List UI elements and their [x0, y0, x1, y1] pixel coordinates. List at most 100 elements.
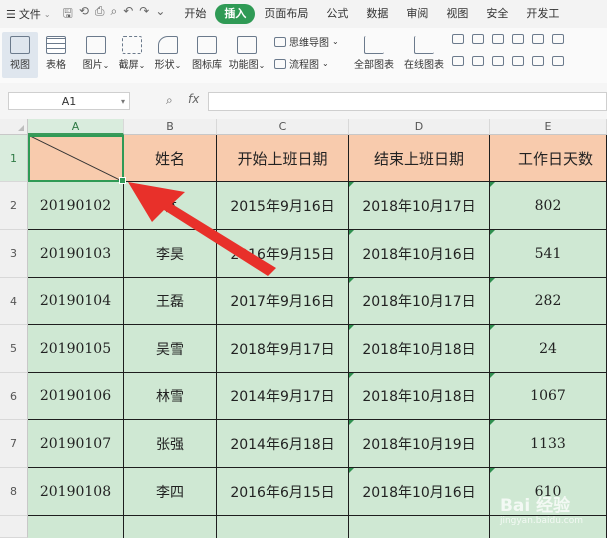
tab-data[interactable]: 数据 — [357, 4, 397, 24]
cell-end-date-row-5[interactable]: 2018年10月18日 — [349, 325, 490, 373]
scatter-chart-icon[interactable] — [512, 56, 524, 66]
all-charts-button[interactable]: 全部图表 — [350, 32, 398, 78]
row-header-9[interactable] — [0, 516, 28, 538]
undo-history-icon[interactable]: ⟲ — [79, 4, 89, 25]
cell-workdays-row-2[interactable]: 802 — [490, 182, 607, 230]
cell-start-date-row-3[interactable]: 2016年9月15日 — [217, 230, 349, 278]
row-header-1[interactable]: 1 — [0, 135, 28, 182]
cell-name-row-4[interactable]: 王磊 — [124, 278, 217, 325]
row-header-3[interactable]: 3 — [0, 230, 28, 278]
cell-start-date-row-8[interactable]: 2016年6月15日 — [217, 468, 349, 516]
zoom-icon[interactable]: ⌕ — [166, 93, 173, 108]
column-header-d[interactable]: D — [349, 119, 490, 135]
cell-start-date-row-2[interactable]: 2015年9月16日 — [217, 182, 349, 230]
tab-view[interactable]: 视图 — [437, 4, 477, 24]
cell-workdays-row-3[interactable]: 541 — [490, 230, 607, 278]
flowchart-button[interactable]: 流程图 ⌄ — [274, 56, 329, 71]
tab-developer[interactable]: 开发工 — [517, 4, 568, 24]
screenshot-button[interactable]: 截屏⌄ — [116, 32, 148, 78]
sparkline-icon[interactable] — [532, 56, 544, 66]
tab-insert[interactable]: 插入 — [215, 4, 256, 24]
area-chart-icon[interactable] — [532, 34, 544, 44]
function-chart-button[interactable]: 功能图⌄ — [228, 32, 266, 78]
more-icon[interactable]: ⌄ — [155, 4, 165, 25]
row-header-5[interactable]: 5 — [0, 325, 28, 373]
pivot-view-button[interactable]: 视图 — [2, 32, 38, 78]
cell-empty-row-9[interactable] — [349, 516, 490, 538]
cell-name-row-6[interactable]: 林雪 — [124, 373, 217, 420]
tab-security[interactable]: 安全 — [477, 4, 517, 24]
cell-id-row-3[interactable]: 20190103 — [28, 230, 124, 278]
cell-name-row-3[interactable]: 李昊 — [124, 230, 217, 278]
cell-empty-row-9[interactable] — [28, 516, 124, 538]
cell-name-row-5[interactable]: 吴雪 — [124, 325, 217, 373]
formula-input[interactable] — [208, 92, 607, 111]
select-all-corner[interactable] — [0, 119, 28, 135]
cell-header-end-date[interactable]: 结束上班日期 — [349, 135, 490, 182]
redo-icon[interactable]: ↷ — [139, 4, 149, 25]
column-header-e[interactable]: E — [490, 119, 607, 135]
tab-review[interactable]: 审阅 — [397, 4, 437, 24]
histogram-chart-icon[interactable] — [472, 56, 484, 66]
cell-end-date-row-4[interactable]: 2018年10月17日 — [349, 278, 490, 325]
cell-end-date-row-2[interactable]: 2018年10月17日 — [349, 182, 490, 230]
tab-formulas[interactable]: 公式 — [317, 4, 357, 24]
icon-library-button[interactable]: 图标库 — [190, 32, 224, 78]
row-header-8[interactable]: 8 — [0, 468, 28, 516]
row-header-6[interactable]: 6 — [0, 373, 28, 420]
cell-id-row-6[interactable]: 20190106 — [28, 373, 124, 420]
cell-end-date-row-3[interactable]: 2018年10月16日 — [349, 230, 490, 278]
cell-start-date-row-6[interactable]: 2014年9月17日 — [217, 373, 349, 420]
tab-page-layout[interactable]: 页面布局 — [255, 4, 317, 24]
column-header-a[interactable]: A — [28, 119, 124, 135]
row-header-4[interactable]: 4 — [0, 278, 28, 325]
cell-workdays-row-7[interactable]: 1133 — [490, 420, 607, 468]
cell-header-name[interactable]: 姓名 — [124, 135, 217, 182]
cell-name-row-7[interactable]: 张强 — [124, 420, 217, 468]
line-chart-icon[interactable] — [492, 34, 504, 44]
column-header-b[interactable]: B — [124, 119, 217, 135]
row-header-2[interactable]: 2 — [0, 182, 28, 230]
online-charts-button[interactable]: 在线图表 — [400, 32, 448, 78]
cell-empty-row-9[interactable] — [124, 516, 217, 538]
cell-start-date-row-5[interactable]: 2018年9月17日 — [217, 325, 349, 373]
more-charts-icon[interactable] — [552, 56, 564, 66]
cell-a1-diagonal-header[interactable] — [28, 135, 124, 182]
name-box[interactable]: A1 ▾ — [8, 92, 130, 110]
cell-empty-row-9[interactable] — [217, 516, 349, 538]
bar-chart-small-icon[interactable] — [472, 34, 484, 44]
table-button[interactable]: 表格 — [42, 32, 70, 78]
mindmap-button[interactable]: 思维导图 ⌄ — [274, 34, 339, 49]
file-menu[interactable]: ☰ 文件 ⌄ — [0, 6, 57, 22]
print-icon[interactable]: ⎙ — [95, 4, 105, 25]
preview-icon[interactable]: ⌕ — [110, 4, 117, 25]
cell-id-row-4[interactable]: 20190104 — [28, 278, 124, 325]
cell-id-row-8[interactable]: 20190108 — [28, 468, 124, 516]
cell-id-row-5[interactable]: 20190105 — [28, 325, 124, 373]
cell-workdays-row-4[interactable]: 282 — [490, 278, 607, 325]
combo-chart-icon[interactable] — [552, 34, 564, 44]
stock-chart-icon[interactable] — [452, 56, 464, 66]
cell-start-date-row-4[interactable]: 2017年9月16日 — [217, 278, 349, 325]
radar-chart-icon[interactable] — [512, 34, 524, 44]
cell-end-date-row-6[interactable]: 2018年10月18日 — [349, 373, 490, 420]
cell-id-row-7[interactable]: 20190107 — [28, 420, 124, 468]
tab-home[interactable]: 开始 — [175, 4, 215, 24]
cell-id-row-2[interactable]: 20190102 — [28, 182, 124, 230]
cell-end-date-row-8[interactable]: 2018年10月16日 — [349, 468, 490, 516]
pie-chart-icon[interactable] — [492, 56, 504, 66]
save-icon[interactable]: 🖫 — [63, 4, 73, 25]
column-header-c[interactable]: C — [217, 119, 349, 135]
column-chart-icon[interactable] — [452, 34, 464, 44]
undo-icon[interactable]: ↶ — [123, 4, 133, 25]
shape-button[interactable]: 形状⌄ — [152, 32, 184, 78]
row-header-7[interactable]: 7 — [0, 420, 28, 468]
cell-end-date-row-7[interactable]: 2018年10月19日 — [349, 420, 490, 468]
cell-start-date-row-7[interactable]: 2014年6月18日 — [217, 420, 349, 468]
cell-header-start-date[interactable]: 开始上班日期 — [217, 135, 349, 182]
cell-name-row-8[interactable]: 李四 — [124, 468, 217, 516]
cell-workdays-row-6[interactable]: 1067 — [490, 373, 607, 420]
picture-button[interactable]: 图片⌄ — [80, 32, 112, 78]
fx-icon[interactable]: fx — [188, 92, 199, 106]
cell-workdays-row-5[interactable]: 24 — [490, 325, 607, 373]
